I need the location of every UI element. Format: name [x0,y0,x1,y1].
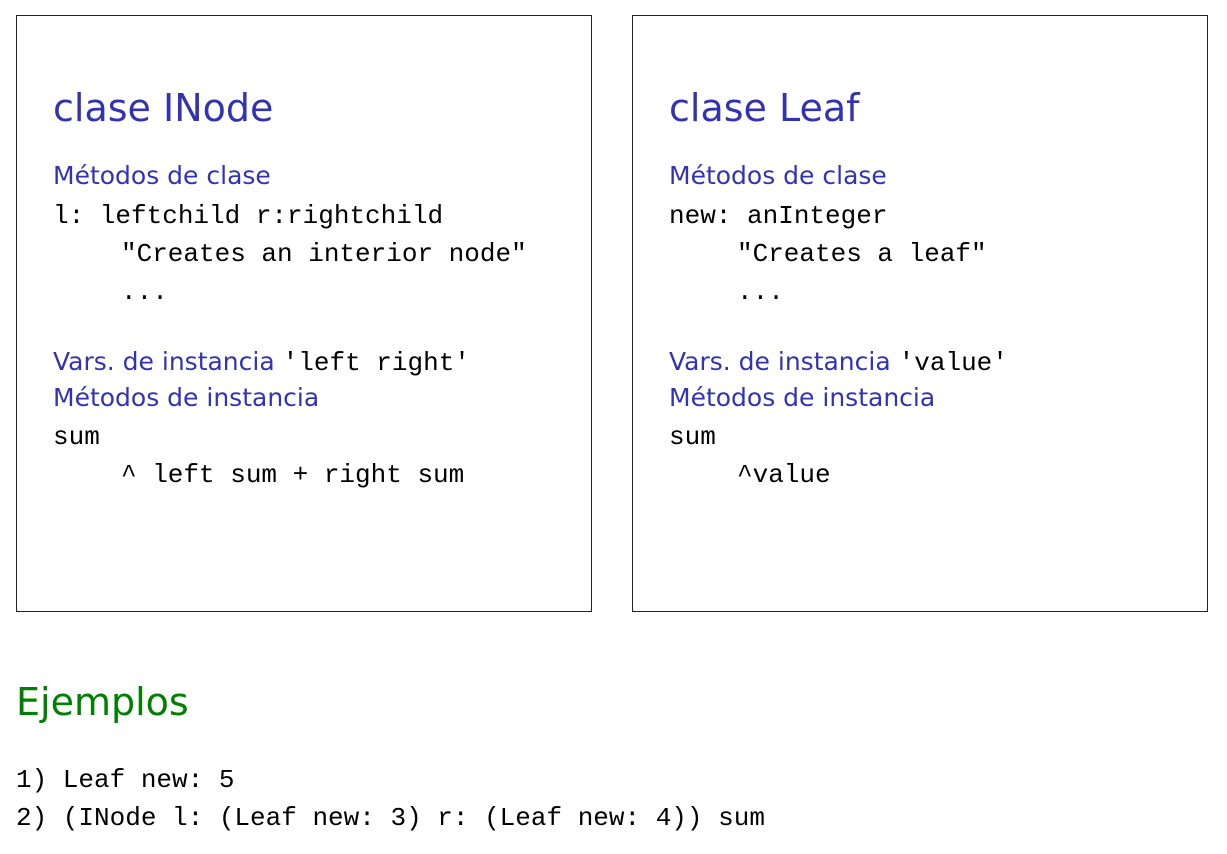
example-line-1: 1) Leaf new: 5 [16,765,235,795]
inode-instance-vars-value: 'left right' [282,348,470,378]
leaf-class-box: clase Leaf Métodos de clase new: anInteg… [632,15,1208,612]
inode-instance-vars-row: Vars. de instancia'left right' [53,344,470,381]
leaf-class-title: clase Leaf [669,86,860,130]
inode-instance-method-name: sum [53,422,100,452]
inode-class-method-body: ... [121,277,168,307]
inode-class-title: clase INode [53,86,274,130]
inode-instance-vars-label: Vars. de instancia [53,347,275,376]
leaf-instance-vars-label: Vars. de instancia [669,347,891,376]
leaf-class-method-signature: new: anInteger [669,201,888,231]
leaf-instance-method-name: sum [669,422,716,452]
inode-class-method-signature: l: leftchild r:rightchild [53,201,444,231]
leaf-instance-vars-value: 'value' [898,348,1008,378]
leaf-instance-method-body: ^value [737,460,831,490]
inode-class-methods-label: Métodos de clase [53,161,271,190]
inode-instance-method-body: ^ left sum + right sum [121,460,465,490]
examples-title: Ejemplos [16,680,189,724]
inode-class-box: clase INode Métodos de clase l: leftchil… [16,15,592,612]
leaf-instance-methods-label: Métodos de instancia [669,383,936,412]
inode-instance-methods-label: Métodos de instancia [53,383,320,412]
inode-class-method-comment: "Creates an interior node" [121,239,527,269]
leaf-instance-vars-row: Vars. de instancia'value' [669,344,1008,381]
leaf-class-methods-label: Métodos de clase [669,161,887,190]
leaf-class-method-body: ... [737,277,784,307]
leaf-class-method-comment: "Creates a leaf" [737,239,987,269]
example-line-2: 2) (INode l: (Leaf new: 3) r: (Leaf new:… [16,803,765,833]
